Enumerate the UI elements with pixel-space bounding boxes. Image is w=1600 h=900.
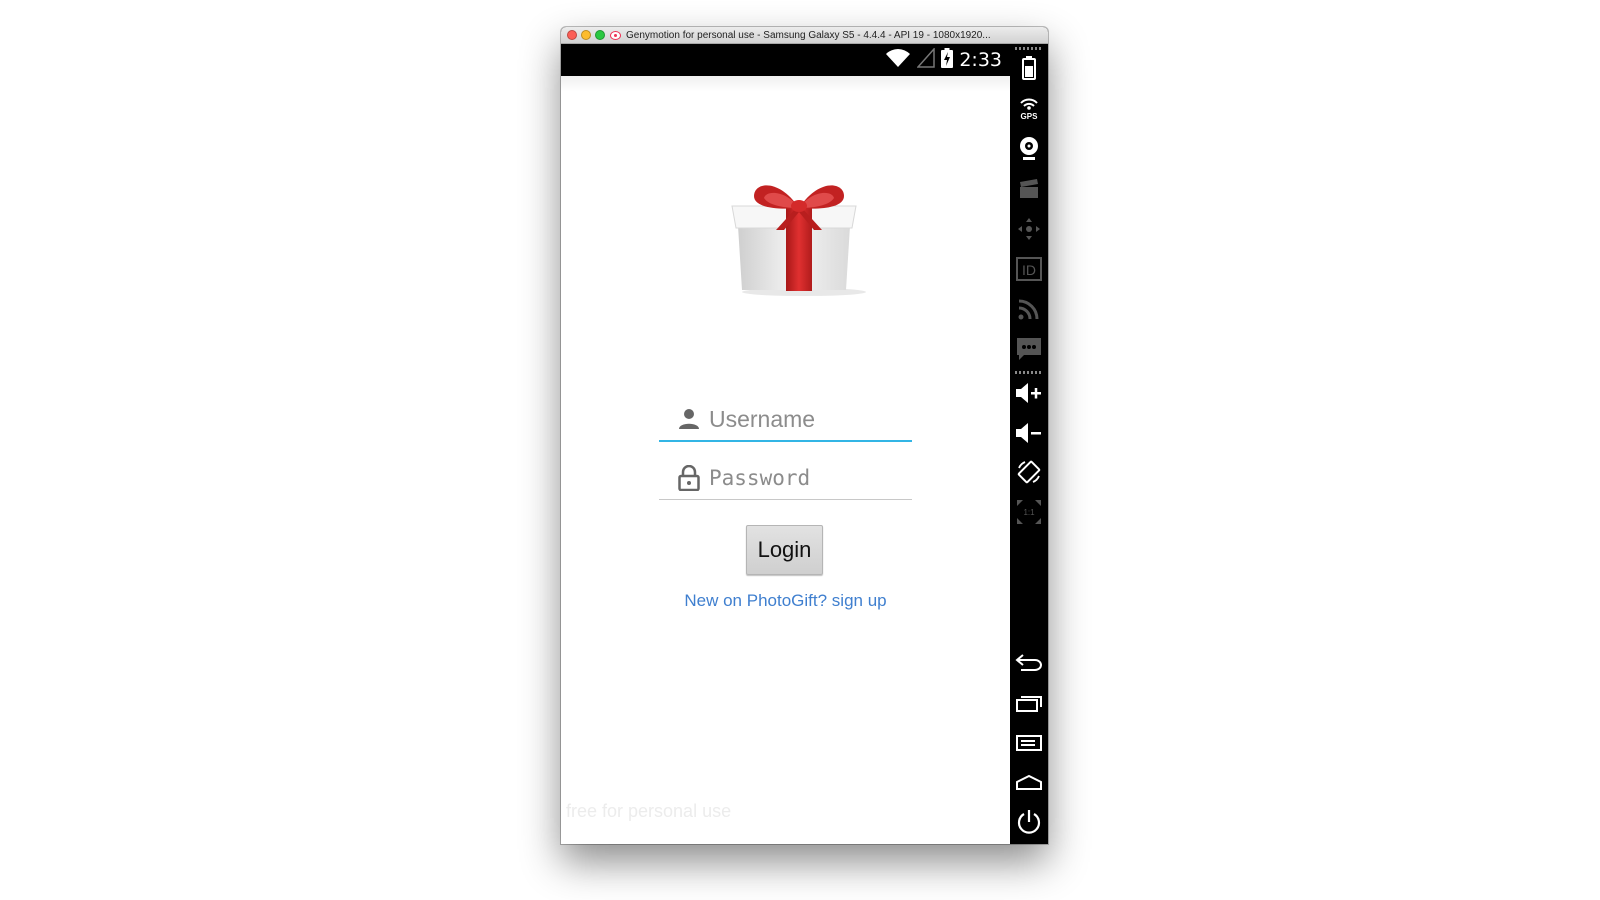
sidebar-grip <box>1015 47 1043 50</box>
gps-label: GPS <box>1021 112 1039 121</box>
close-window-button[interactable] <box>567 30 577 40</box>
rss-icon[interactable] <box>1015 295 1043 323</box>
login-screen: Username Password Login New on PhotoGift… <box>561 76 1010 844</box>
webcam-icon[interactable] <box>1015 135 1043 163</box>
id-icon[interactable]: ID <box>1015 255 1043 283</box>
gift-box-logo <box>724 168 874 298</box>
username-placeholder: Username <box>709 405 816 432</box>
login-button[interactable]: Login <box>746 525 823 575</box>
maximize-window-button[interactable] <box>595 30 605 40</box>
power-icon[interactable] <box>1015 808 1043 836</box>
user-icon <box>677 407 701 431</box>
window-titlebar: Genymotion for personal use - Samsung Ga… <box>561 27 1048 44</box>
wifi-icon <box>885 48 911 73</box>
genymotion-sidebar: GPS ID 1:1 <box>1010 44 1048 844</box>
dpad-icon[interactable] <box>1015 215 1043 243</box>
battery-icon[interactable] <box>1015 54 1043 82</box>
signup-link[interactable]: New on PhotoGift? sign up <box>561 591 1010 611</box>
screencast-icon[interactable] <box>1015 175 1043 203</box>
personal-use-watermark: free for personal use <box>566 801 732 821</box>
home-icon[interactable] <box>1015 768 1043 796</box>
battery-charging-icon <box>941 47 954 73</box>
password-placeholder: Password <box>709 465 811 490</box>
sms-icon[interactable] <box>1015 335 1043 363</box>
minimize-window-button[interactable] <box>581 30 591 40</box>
volume-down-icon[interactable] <box>1015 419 1043 447</box>
genymotion-logo-icon <box>610 30 621 40</box>
lock-icon <box>677 464 701 491</box>
android-status-bar: 2:33 <box>561 44 1010 76</box>
window-title: Genymotion for personal use - Samsung Ga… <box>626 29 991 41</box>
sidebar-grip <box>1015 371 1043 374</box>
recent-apps-icon[interactable] <box>1015 689 1043 717</box>
pixel-perfect-label: 1:1 <box>1023 508 1035 517</box>
username-field[interactable]: Username <box>659 398 912 442</box>
signal-icon <box>916 46 936 73</box>
menu-icon[interactable] <box>1015 729 1043 757</box>
emulator-window: Genymotion for personal use - Samsung Ga… <box>561 27 1048 844</box>
gps-icon[interactable]: GPS <box>1015 95 1043 123</box>
window-controls <box>567 30 605 40</box>
device-screen: 2:33 Username Password Login New on Phot… <box>561 44 1010 844</box>
pixel-perfect-icon[interactable]: 1:1 <box>1015 498 1043 526</box>
status-clock: 2:33 <box>959 49 1002 71</box>
volume-up-icon[interactable] <box>1015 379 1043 407</box>
rotate-icon[interactable] <box>1015 458 1043 486</box>
id-label: ID <box>1022 262 1036 278</box>
password-field[interactable]: Password <box>659 456 912 500</box>
back-icon[interactable] <box>1015 649 1043 677</box>
